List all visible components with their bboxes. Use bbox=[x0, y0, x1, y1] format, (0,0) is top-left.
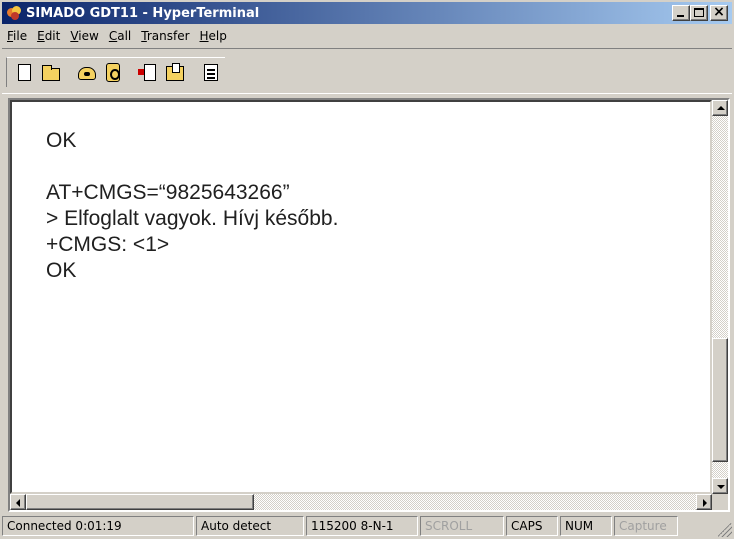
title-bar[interactable]: SIMADO GDT11 - HyperTerminal × bbox=[2, 2, 732, 24]
terminal-screen[interactable]: OK AT+CMGS=“9825643266” > Elfoglalt vagy… bbox=[10, 100, 712, 494]
status-port-settings: 115200 8-N-1 bbox=[306, 516, 418, 536]
new-connection-button[interactable] bbox=[13, 61, 37, 85]
scroll-down-button[interactable] bbox=[712, 478, 728, 494]
scroll-left-button[interactable] bbox=[10, 494, 26, 510]
window-title: SIMADO GDT11 - HyperTerminal bbox=[26, 5, 260, 21]
vertical-scroll-thumb[interactable] bbox=[712, 338, 728, 462]
menu-edit[interactable]: Edit bbox=[32, 29, 65, 43]
status-scroll: SCROLL bbox=[420, 516, 504, 536]
scroll-right-button[interactable] bbox=[696, 494, 712, 510]
maximize-button[interactable] bbox=[690, 5, 708, 21]
menu-call[interactable]: Call bbox=[104, 29, 136, 43]
properties-button[interactable] bbox=[199, 61, 223, 85]
disconnect-button[interactable] bbox=[101, 61, 125, 85]
vertical-scrollbar[interactable] bbox=[712, 100, 728, 494]
status-detect: Auto detect bbox=[196, 516, 304, 536]
send-icon bbox=[144, 63, 156, 81]
terminal-output: OK AT+CMGS=“9825643266” > Elfoglalt vagy… bbox=[46, 128, 338, 284]
scroll-up-button[interactable] bbox=[712, 100, 728, 116]
minimize-icon bbox=[677, 15, 684, 17]
maximize-icon bbox=[694, 8, 704, 17]
terminal-line: +CMGS: <1> bbox=[46, 233, 170, 256]
open-icon bbox=[42, 64, 60, 81]
disconnect-icon bbox=[106, 62, 120, 82]
send-button[interactable] bbox=[137, 61, 161, 85]
minimize-button[interactable] bbox=[672, 5, 690, 21]
arrow-up-icon bbox=[717, 106, 725, 110]
menu-file[interactable]: File bbox=[2, 29, 32, 43]
toolbar-buttons bbox=[6, 57, 225, 87]
properties-icon bbox=[204, 63, 218, 81]
terminal-line: OK bbox=[46, 259, 77, 282]
menu-view[interactable]: View bbox=[65, 29, 103, 43]
horizontal-scrollbar[interactable] bbox=[10, 494, 712, 510]
scrollbar-corner bbox=[712, 494, 728, 510]
status-connected: Connected 0:01:19 bbox=[2, 516, 194, 536]
terminal-line: AT+CMGS=“9825643266” bbox=[46, 181, 290, 204]
status-caps: CAPS bbox=[506, 516, 558, 536]
menu-bar: File Edit View Call Transfer Help bbox=[2, 26, 732, 46]
arrow-left-icon bbox=[16, 499, 20, 507]
hyperterminal-app-icon[interactable] bbox=[6, 5, 22, 21]
menu-help[interactable]: Help bbox=[195, 29, 232, 43]
open-button[interactable] bbox=[39, 61, 63, 85]
arrow-down-icon bbox=[717, 485, 725, 489]
horizontal-scroll-thumb[interactable] bbox=[26, 494, 254, 510]
new-icon bbox=[18, 63, 31, 81]
receive-icon bbox=[166, 62, 184, 81]
window-controls: × bbox=[672, 4, 728, 21]
terminal-line: > Elfoglalt vagyok. Hívj később. bbox=[46, 207, 339, 230]
close-icon: × bbox=[713, 4, 725, 20]
call-button[interactable] bbox=[75, 61, 99, 85]
arrow-right-icon bbox=[703, 499, 707, 507]
call-icon bbox=[78, 66, 96, 80]
receive-button[interactable] bbox=[163, 61, 187, 85]
status-bar: Connected 0:01:19 Auto detect 115200 8-N… bbox=[2, 516, 732, 537]
toolbar bbox=[2, 48, 732, 94]
resize-grip-icon[interactable] bbox=[718, 523, 732, 537]
status-capture: Capture bbox=[614, 516, 678, 536]
menu-transfer[interactable]: Transfer bbox=[136, 29, 194, 43]
hyperterminal-window: SIMADO GDT11 - HyperTerminal × File Edit… bbox=[0, 0, 734, 539]
terminal-line: OK bbox=[46, 129, 77, 152]
terminal-frame: OK AT+CMGS=“9825643266” > Elfoglalt vagy… bbox=[8, 98, 730, 512]
close-button[interactable]: × bbox=[710, 4, 728, 21]
status-num: NUM bbox=[560, 516, 612, 536]
